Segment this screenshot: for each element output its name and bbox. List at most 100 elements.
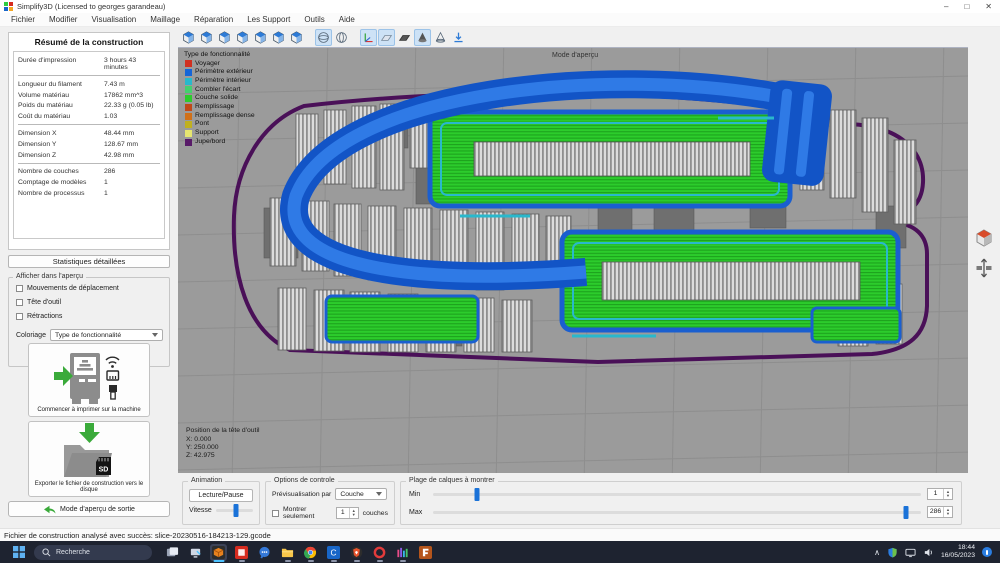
view-front-icon[interactable] bbox=[198, 29, 215, 46]
3d-preview-viewport[interactable]: Type de fonctionnalité Voyager Périmètre … bbox=[178, 47, 968, 473]
layer-range-title: Plage de calques à montrer bbox=[406, 477, 498, 484]
speed-slider-thumb[interactable] bbox=[233, 504, 239, 517]
cross-section-handle-icon[interactable] bbox=[973, 257, 995, 279]
summary-value: 1 bbox=[104, 179, 108, 187]
search-input[interactable]: Recherche bbox=[34, 544, 152, 560]
orthographic-icon[interactable] bbox=[333, 29, 350, 46]
clock[interactable]: 18:44 16/05/2023 bbox=[941, 544, 975, 561]
menu-reparation[interactable]: Réparation bbox=[187, 15, 240, 24]
menu-outils[interactable]: Outils bbox=[297, 15, 331, 24]
summary-label: Volume matériau bbox=[18, 91, 70, 99]
taskbar-app-simplify3d[interactable] bbox=[210, 543, 227, 562]
taskbar-app-freecad[interactable] bbox=[417, 544, 434, 561]
detailed-stats-button[interactable]: Statistiques détaillées bbox=[8, 255, 170, 268]
back-arrow-icon bbox=[44, 505, 56, 513]
start-print-button[interactable]: Commencer à imprimer sur la machine bbox=[28, 343, 150, 417]
menu-fichier[interactable]: Fichier bbox=[4, 15, 42, 24]
taskbar-app-opera[interactable] bbox=[371, 544, 388, 562]
network-display-icon[interactable] bbox=[905, 547, 916, 558]
summary-value: 286 bbox=[104, 168, 116, 176]
legend-swatch bbox=[185, 95, 192, 103]
spinner-arrows-icon[interactable]: ▲ ▼ bbox=[943, 507, 952, 517]
model-outline-icon[interactable] bbox=[432, 29, 449, 46]
layer-count-spinner[interactable]: 1 ▲ ▼ bbox=[335, 507, 359, 519]
summary-row: Durée d'impression 3 hours 43 minutes bbox=[18, 55, 160, 76]
view-right-icon[interactable] bbox=[234, 29, 251, 46]
cross-section-icon[interactable] bbox=[414, 28, 431, 46]
taskbar-app-red-app[interactable] bbox=[233, 544, 250, 562]
view-back-icon[interactable] bbox=[270, 29, 287, 46]
menu-aide[interactable]: Aide bbox=[332, 15, 362, 24]
start-button[interactable] bbox=[10, 543, 28, 561]
orientation-cube-icon[interactable] bbox=[973, 227, 995, 249]
taskbar-app-task-view[interactable] bbox=[164, 544, 181, 561]
view-left-icon[interactable] bbox=[252, 29, 269, 46]
view-iso-icon[interactable] bbox=[180, 29, 197, 46]
taskbar-app-brave[interactable] bbox=[348, 544, 365, 562]
legend-label: Jupe/bord bbox=[195, 137, 226, 145]
summary-value: 3 hours 43 minutes bbox=[104, 56, 137, 71]
checkbox-tete-d-outil[interactable] bbox=[16, 299, 23, 306]
play-pause-button[interactable]: Lecture/Pause bbox=[189, 489, 253, 502]
maximize-button[interactable]: □ bbox=[964, 1, 969, 12]
exit-preview-button[interactable]: Mode d'aperçu de sortie bbox=[8, 501, 170, 517]
summary-value: 128.67 mm bbox=[104, 140, 139, 148]
taskbar-app-chrome[interactable] bbox=[302, 544, 319, 562]
legend-label: Pont bbox=[195, 120, 209, 128]
coloring-select[interactable]: Type de fonctionnalité bbox=[49, 329, 163, 341]
build-summary-table: Durée d'impression 3 hours 43 minutes Long… bbox=[13, 51, 165, 239]
summary-label: Nombre de processus bbox=[18, 190, 85, 198]
taskbar-app-chat-app[interactable] bbox=[256, 544, 273, 561]
taskbar-app-remote-device[interactable] bbox=[187, 544, 204, 561]
max-layer-slider[interactable] bbox=[433, 505, 921, 519]
checkbox-mouvements-de-deplacement[interactable] bbox=[16, 285, 23, 292]
export-gcode-button[interactable]: SD Exporter le fichier de construction v… bbox=[28, 421, 150, 497]
tray-chevron-icon[interactable]: ∧ bbox=[874, 548, 880, 557]
notification-icon[interactable] bbox=[982, 547, 992, 557]
layer-count-value: 1 bbox=[340, 509, 345, 516]
spinner-arrows-icon[interactable]: ▲ ▼ bbox=[943, 489, 952, 499]
menu-maillage[interactable]: Maillage bbox=[143, 15, 187, 24]
close-button[interactable]: ✕ bbox=[985, 1, 992, 12]
animation-group: Animation Lecture/Pause Vitesse bbox=[182, 477, 260, 525]
checkbox-row: Mouvements de déplacement bbox=[16, 285, 169, 292]
speaker-icon[interactable] bbox=[923, 547, 934, 558]
security-shield-icon[interactable] bbox=[887, 547, 898, 558]
view-top-icon[interactable] bbox=[216, 29, 233, 46]
preview-options-title: Afficher dans l'aperçu bbox=[13, 273, 86, 280]
speed-slider[interactable] bbox=[215, 504, 253, 517]
sd-export-icon: SD bbox=[64, 422, 112, 477]
menu-les-support[interactable]: Les Support bbox=[240, 15, 297, 24]
checkbox-retractions[interactable] bbox=[16, 313, 23, 320]
summary-row: Coût du matériau 1.03 bbox=[18, 111, 160, 126]
max-layer-value: 286 bbox=[929, 508, 942, 515]
min-layer-spinner[interactable]: 1 ▲ ▼ bbox=[927, 488, 953, 500]
view-bottom-icon[interactable] bbox=[288, 29, 305, 46]
legend: Type de fonctionnalité Voyager Périmètre … bbox=[184, 51, 255, 146]
min-slider-thumb[interactable] bbox=[474, 487, 480, 501]
preview-by-select[interactable]: Couche bbox=[335, 488, 388, 500]
show-platform-icon[interactable] bbox=[378, 28, 395, 46]
show-only-checkbox[interactable] bbox=[272, 509, 279, 517]
build-summary-title: Résumé de la construction bbox=[34, 37, 144, 47]
taskbar-app-file-explorer[interactable] bbox=[279, 544, 296, 562]
export-gcode-label: Exporter le fichier de construction vers… bbox=[34, 480, 144, 494]
view-toolbar bbox=[180, 28, 467, 46]
min-layer-slider[interactable] bbox=[433, 487, 921, 501]
menu-modifier[interactable]: Modifier bbox=[42, 15, 84, 24]
summary-row: Dimension Z 42.98 mm bbox=[18, 150, 160, 164]
menu-visualisation[interactable]: Visualisation bbox=[84, 15, 143, 24]
max-layer-spinner[interactable]: 286 ▲ ▼ bbox=[927, 506, 953, 518]
spinner-arrows-icon[interactable]: ▲ ▼ bbox=[348, 508, 358, 518]
coordinate-axes-icon[interactable] bbox=[360, 28, 377, 46]
gcode-preview-scene bbox=[178, 48, 968, 473]
max-slider-thumb[interactable] bbox=[903, 505, 909, 519]
taskbar-app-c-app[interactable]: C bbox=[325, 544, 342, 562]
taskbar-app-media-app[interactable] bbox=[394, 544, 411, 562]
drop-to-platform-icon[interactable] bbox=[450, 29, 467, 46]
summary-label: Coût du matériau bbox=[18, 113, 71, 121]
perspective-icon[interactable] bbox=[315, 28, 332, 46]
preview-by-value: Couche bbox=[340, 490, 364, 498]
solid-platform-icon[interactable] bbox=[396, 29, 413, 46]
minimize-button[interactable]: – bbox=[944, 1, 948, 12]
